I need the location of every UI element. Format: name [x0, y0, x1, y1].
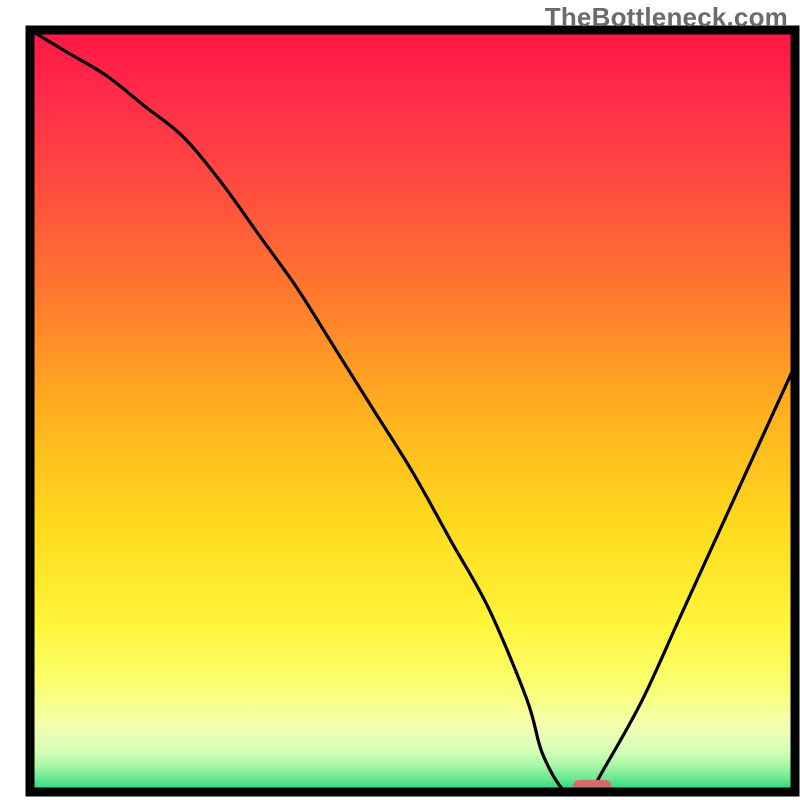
- gradient-background: [30, 30, 795, 792]
- bottleneck-chart: [0, 0, 800, 800]
- chart-container: TheBottleneck.com: [0, 0, 800, 800]
- watermark-text: TheBottleneck.com: [545, 2, 788, 33]
